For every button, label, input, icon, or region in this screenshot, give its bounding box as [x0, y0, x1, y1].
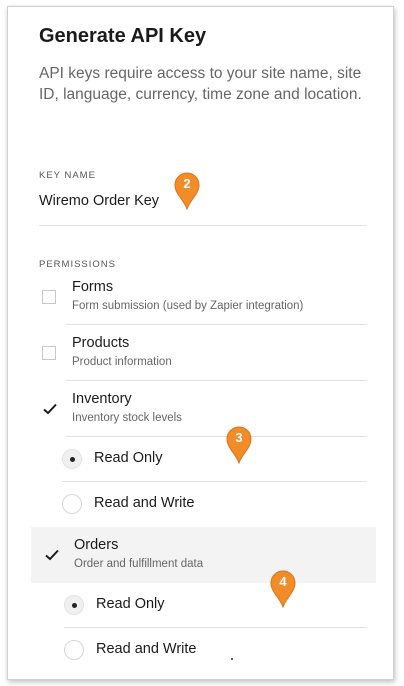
- step-marker-2: 2: [174, 172, 200, 210]
- inventory-check-icon[interactable]: [41, 400, 59, 418]
- orders-read-only-label: Read Only: [96, 596, 165, 612]
- forms-checkbox[interactable]: [42, 290, 56, 304]
- inventory-read-only-label: Read Only: [94, 450, 163, 466]
- step-marker-2-label: 2: [183, 176, 191, 191]
- step-marker-3-label: 3: [235, 430, 243, 445]
- orders-read-write-label: Read and Write: [96, 641, 197, 657]
- permission-orders-title: Orders: [74, 537, 119, 553]
- orders-check-icon[interactable]: [43, 546, 61, 564]
- permission-forms-title: Forms: [72, 279, 114, 295]
- step-marker-4: 4: [270, 570, 296, 608]
- inventory-read-write-option[interactable]: Read and Write: [8, 482, 393, 527]
- generate-api-key-panel: Generate API Key API keys require access…: [7, 6, 394, 680]
- orders-read-write-radio[interactable]: [64, 640, 84, 660]
- inventory-read-write-radio[interactable]: [62, 494, 82, 514]
- key-name-field[interactable]: Wiremo Order Key: [39, 193, 159, 209]
- key-name-label: KEY NAME: [39, 170, 96, 181]
- page-description: API keys require access to your site nam…: [39, 65, 362, 103]
- products-checkbox[interactable]: [42, 346, 56, 360]
- orders-read-write-option[interactable]: Read and Write: [8, 628, 393, 673]
- orders-read-only-radio[interactable]: [64, 595, 84, 615]
- permission-orders-subtitle: Order and fulfillment data: [74, 558, 204, 570]
- permission-orders-row[interactable]: Orders Order and fulfillment data: [31, 527, 376, 583]
- permission-products-subtitle: Product information: [72, 356, 172, 368]
- permission-inventory-title: Inventory: [72, 391, 132, 407]
- permission-products-row[interactable]: Products Product information: [8, 325, 393, 381]
- step-marker-4-label: 4: [279, 574, 287, 589]
- key-name-underline: [39, 225, 367, 226]
- inventory-read-only-option[interactable]: Read Only: [8, 437, 393, 482]
- inventory-read-only-radio[interactable]: [62, 449, 82, 469]
- inventory-read-write-label: Read and Write: [94, 495, 195, 511]
- step-marker-3: 3: [226, 426, 252, 464]
- permission-forms-row[interactable]: Forms Form submission (used by Zapier in…: [8, 269, 393, 325]
- page-title: Generate API Key: [39, 25, 207, 47]
- permission-inventory-subtitle: Inventory stock levels: [72, 412, 182, 424]
- orders-read-only-option[interactable]: Read Only: [8, 583, 393, 628]
- cursor-dot: [231, 658, 233, 660]
- permission-inventory-row[interactable]: Inventory Inventory stock levels: [8, 381, 393, 437]
- permission-products-title: Products: [72, 335, 130, 351]
- permission-forms-subtitle: Form submission (used by Zapier integrat…: [72, 300, 304, 312]
